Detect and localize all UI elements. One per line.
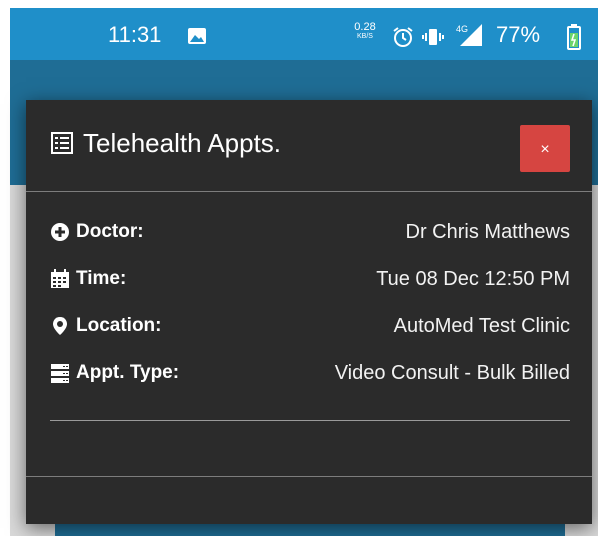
divider (50, 420, 570, 421)
network-speed: 0.28 KB/S (350, 21, 380, 41)
row-location: Location: AutoMed Test Clinic (50, 312, 570, 342)
alarm-icon (393, 27, 413, 47)
row-time: Time: Tue 08 Dec 12:50 PM (50, 265, 570, 295)
plus-circle-icon (51, 223, 69, 241)
network-speed-value: 0.28 (354, 21, 376, 33)
battery-percent: 77% (496, 22, 541, 47)
network-speed-unit: KB/S (357, 33, 373, 40)
signal-icon: 4G (456, 24, 482, 46)
battery-charging-icon (567, 24, 581, 50)
server-icon (51, 364, 69, 383)
appt-type-value: Video Consult - Bulk Billed (334, 362, 570, 384)
doctor-label: Doctor: (76, 221, 144, 242)
status-time: 11:31 (108, 22, 162, 47)
row-appt-type: Appt. Type: Video Consult - Bulk Billed (50, 359, 570, 389)
time-label: Time: (76, 268, 127, 289)
vibrate-icon (422, 29, 444, 45)
app-bottom-strip (55, 524, 565, 536)
close-button[interactable]: × (520, 125, 570, 172)
list-icon (51, 132, 73, 154)
appointment-modal: Telehealth Appts. × Doctor: Dr Chris Mat… (26, 100, 592, 524)
appt-type-label: Appt. Type: (76, 362, 180, 383)
divider (26, 191, 592, 192)
map-marker-icon (53, 317, 67, 335)
signal-label: 4G (456, 24, 468, 34)
gallery-icon (188, 28, 206, 44)
doctor-value: Dr Chris Matthews (405, 221, 570, 243)
location-value: AutoMed Test Clinic (393, 315, 570, 337)
row-doctor: Doctor: Dr Chris Matthews (50, 218, 570, 248)
calendar-icon (51, 269, 69, 288)
status-bar: 11:31 0.28 KB/S 4G 77% (10, 8, 598, 60)
modal-title: Telehealth Appts. (83, 128, 282, 158)
location-label: Location: (76, 315, 162, 336)
divider (26, 476, 592, 477)
time-value: Tue 08 Dec 12:50 PM (376, 268, 570, 290)
